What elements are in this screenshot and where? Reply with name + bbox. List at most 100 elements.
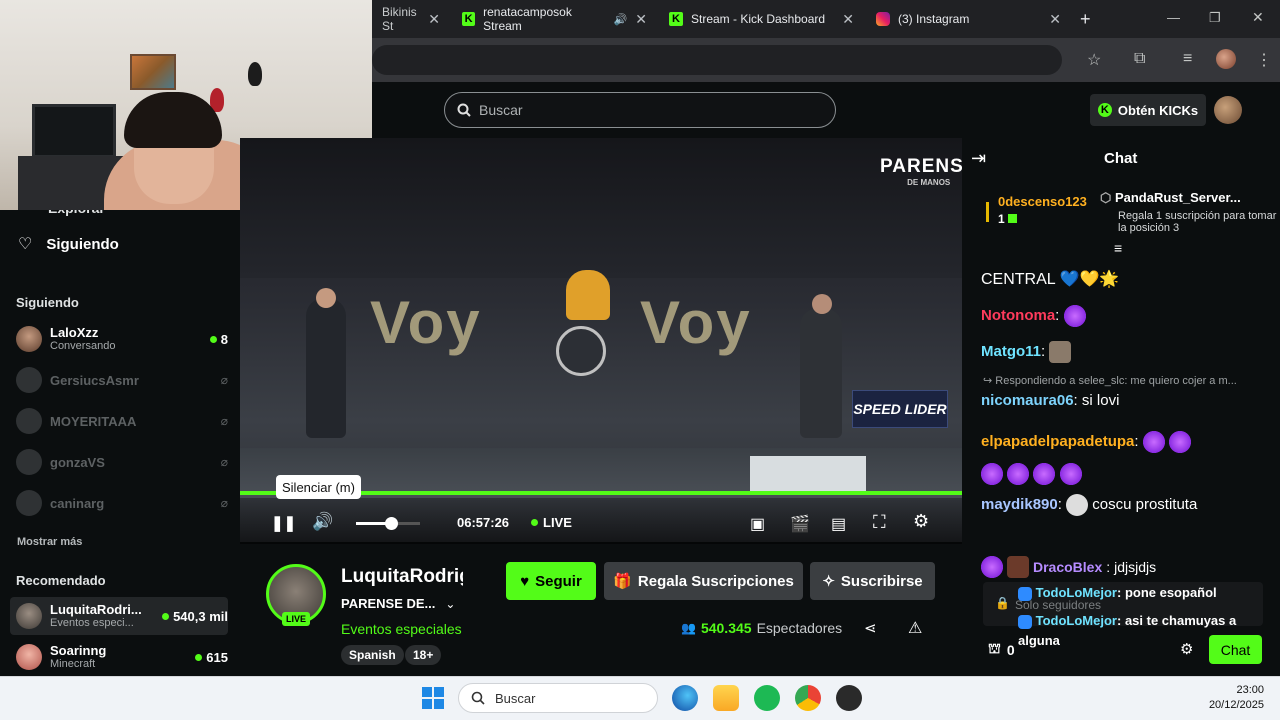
browser-tab[interactable]: Bikinis St ✕: [372, 4, 450, 34]
minimize-button[interactable]: —: [1167, 10, 1180, 25]
report-icon[interactable]: ⚠: [908, 618, 922, 638]
guitarist-head: [812, 294, 832, 314]
fullscreen-icon[interactable]: ⛶: [873, 512, 886, 533]
share-icon[interactable]: ⋖: [864, 619, 877, 637]
search-input[interactable]: Buscar: [444, 92, 836, 128]
chevron-down-icon[interactable]: ⌄: [445, 597, 455, 611]
browser-menu-icon[interactable]: ⋮: [1256, 50, 1272, 70]
theater-mode-icon[interactable]: ▤: [831, 514, 846, 534]
gift-icon: 🎁: [613, 573, 632, 590]
follow-button[interactable]: ♥ Seguir: [506, 562, 596, 600]
stage-monitor: [750, 456, 866, 492]
taskbar-search[interactable]: Buscar: [458, 683, 658, 713]
bookmark-star-icon[interactable]: ☆: [1087, 50, 1101, 70]
follow-label: Seguir: [535, 572, 582, 590]
tag-language[interactable]: Spanish: [341, 645, 404, 665]
stream-category[interactable]: Eventos especiales: [341, 621, 462, 637]
wall-poster: [130, 54, 176, 90]
extensions-icon[interactable]: ⧉: [1134, 50, 1145, 68]
filter-icon[interactable]: ≡: [1114, 240, 1122, 256]
person-hair: [124, 92, 222, 148]
chat-username[interactable]: TodoLoMejor: [1036, 585, 1117, 600]
chat-username[interactable]: elpapadelpapadetupa: [981, 433, 1134, 450]
windows-start-icon[interactable]: [422, 687, 444, 709]
browser-tab[interactable]: (3) Instagram ✕: [866, 4, 1071, 34]
volume-slider[interactable]: [356, 517, 420, 530]
pause-icon[interactable]: ❚❚: [271, 514, 296, 532]
live-indicator[interactable]: LIVE: [531, 515, 572, 530]
url-bar[interactable]: [372, 45, 1062, 75]
chat-username[interactable]: Notonoma: [981, 307, 1055, 324]
mini-player-icon[interactable]: ▣: [750, 514, 765, 534]
drummer: [566, 270, 610, 320]
sidebar-channel[interactable]: caninarg ⌀: [16, 484, 228, 522]
close-tab-icon[interactable]: ✕: [842, 11, 854, 28]
chat-username[interactable]: DracoBlex: [1033, 559, 1102, 575]
chat-username[interactable]: TodoLoMejor: [1036, 613, 1117, 628]
browser-tab[interactable]: K Stream - Kick Dashboard ✕: [659, 4, 864, 34]
viewer-count: 8: [209, 332, 228, 347]
live-dot-icon: [195, 653, 203, 661]
emote: [1059, 463, 1082, 486]
edge-icon[interactable]: [672, 685, 698, 711]
sidebar-channel[interactable]: MOYERITAAA ⌀: [16, 402, 228, 440]
viewers-icon: 👥: [681, 621, 696, 635]
volume-icon[interactable]: 🔊: [312, 512, 333, 532]
sidebar-channel[interactable]: GersiucsAsmr ⌀: [16, 361, 228, 399]
gift-subs-button[interactable]: 🎁 Regala Suscripciones: [604, 562, 803, 600]
subscribe-button[interactable]: ✧ Suscribirse: [810, 562, 935, 600]
new-tab-button[interactable]: +: [1080, 9, 1091, 30]
get-kicks-label: Obtén KICKs: [1117, 102, 1199, 118]
chat-settings-icon[interactable]: ⚙: [1180, 640, 1193, 658]
stream-title[interactable]: PARENSE DE... ⌄: [341, 596, 455, 611]
get-kicks-button[interactable]: K Obtén KICKs: [1090, 94, 1206, 126]
user-avatar[interactable]: [1214, 96, 1242, 124]
overlay-logo-sub: DE MANOS: [907, 178, 951, 187]
channel-points[interactable]: ⛫ 0: [988, 640, 1015, 659]
close-window-button[interactable]: ✕: [1252, 9, 1264, 26]
live-badge: LIVE: [282, 612, 310, 626]
maximize-button[interactable]: ❐: [1209, 10, 1221, 26]
close-tab-icon[interactable]: ✕: [635, 11, 647, 28]
settings-gear-icon[interactable]: ⚙: [913, 511, 929, 532]
avatar: [16, 449, 42, 475]
show-more-link[interactable]: Mostrar más: [17, 536, 82, 548]
app-icon[interactable]: [836, 685, 862, 711]
collapse-chat-icon[interactable]: ⇥: [971, 148, 986, 169]
audio-icon[interactable]: 🔊: [614, 13, 628, 26]
spotify-icon[interactable]: [754, 685, 780, 711]
avatar: [16, 603, 42, 629]
chat-send-button[interactable]: Chat: [1209, 635, 1262, 664]
emote: [1049, 341, 1072, 363]
sidebar-channel-active[interactable]: LuquitaRodri... Eventos especi... 540,3 m…: [10, 597, 228, 635]
chat-text: pone esopañol: [1124, 585, 1217, 600]
emote: [1168, 431, 1191, 454]
chat-username[interactable]: maydik890: [981, 496, 1058, 513]
guitarist-left: [306, 298, 346, 438]
sidebar-channel[interactable]: gonzaVS ⌀: [16, 443, 228, 481]
streamer-name[interactable]: LuquitaRodriguez: [341, 566, 463, 590]
sidebar-item-following[interactable]: ♡ Siguiendo: [18, 234, 119, 254]
channel-name: LuquitaRodri...: [50, 602, 142, 617]
profile-avatar[interactable]: [1216, 49, 1236, 69]
close-tab-icon[interactable]: ✕: [1049, 11, 1061, 28]
tag-age[interactable]: 18+: [405, 645, 442, 665]
channel-category: Eventos especi...: [50, 617, 134, 629]
close-tab-icon[interactable]: ✕: [428, 11, 440, 28]
offline-icon: ⌀: [220, 496, 228, 510]
pinned-count-value: 1: [998, 212, 1005, 226]
media-control-icon[interactable]: ≡: [1183, 50, 1192, 68]
browser-tab[interactable]: K renatacamposok Stream 🔊 ✕: [452, 4, 657, 34]
chat-username[interactable]: Matgo11: [981, 343, 1041, 360]
chat-message: nicomaura06: si lovi: [981, 392, 1120, 409]
chat-username[interactable]: nicomaura06: [981, 392, 1074, 409]
chat-message: maydik890: coscu prostituta: [981, 489, 1271, 521]
clip-icon[interactable]: 🎬: [790, 514, 810, 534]
file-explorer-icon[interactable]: [713, 685, 739, 711]
pinned-gifts[interactable]: 0descenso123 1 ⬡ PandaRust_Server... Reg…: [986, 190, 1276, 240]
sidebar-channel[interactable]: LaloXzz Conversando 8: [16, 320, 228, 358]
chrome-icon[interactable]: [795, 685, 821, 711]
monitor: [32, 104, 116, 158]
sidebar-channel[interactable]: Soarinng Minecraft 615: [16, 638, 228, 676]
taskbar-clock[interactable]: 23:00 20/12/2025: [1190, 683, 1264, 713]
